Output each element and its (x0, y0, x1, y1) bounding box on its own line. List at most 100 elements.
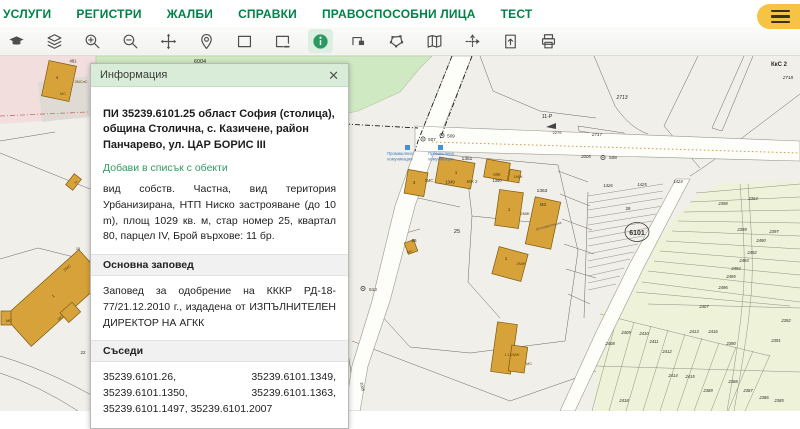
hamburger-menu-button[interactable] (757, 4, 800, 29)
map-label: МС (526, 362, 532, 366)
map-label: 2717 (591, 132, 603, 137)
map-label: 2389 (702, 388, 713, 393)
popup-title: Информация (100, 69, 167, 81)
export-page-icon[interactable] (498, 29, 523, 53)
map-label: 2418 (618, 398, 629, 403)
rect-extent-minus-icon[interactable] (270, 29, 295, 53)
map-label: 2МЖ (520, 211, 530, 216)
hamburger-bar (771, 15, 790, 18)
map-label: комуникация (428, 157, 453, 162)
map-label: 2414 (667, 373, 678, 378)
map-label: 2492 (746, 250, 757, 255)
map-label: 507 (428, 137, 436, 142)
measure-polygon-icon[interactable] (384, 29, 409, 53)
map-label: МЗ (540, 202, 546, 207)
map-label: 1МС (425, 178, 434, 183)
map-label: 1 1/2МЖ (504, 353, 520, 357)
map-label: 2495 (725, 274, 736, 279)
popup-body: ПИ 35239.6101.25 област София (столица),… (91, 87, 348, 428)
section-header-neighbors: Съседи (91, 340, 348, 362)
print-icon[interactable] (536, 29, 561, 53)
property-details: вид собств. Частна, вид територия Урбани… (103, 182, 336, 245)
map-label: 26 (411, 238, 417, 243)
map-label: 2364 (747, 196, 758, 201)
map-label: 2415 (684, 374, 695, 379)
coordinates-axes-icon[interactable] (460, 29, 485, 53)
map-label: 2391 (770, 338, 780, 343)
map-label: 2407 (698, 304, 709, 309)
map-label: МЖ (493, 172, 500, 177)
map-label: 11-Р (542, 114, 553, 120)
map-label: 2387 (742, 388, 753, 393)
map-toolbar (0, 27, 800, 56)
popup-header: Информация ✕ (91, 64, 348, 87)
nav-item-registri[interactable]: РЕГИСТРИ (76, 7, 141, 21)
map-label: 1350 (492, 178, 502, 183)
map-label: 1425 (637, 182, 647, 187)
layers-icon[interactable] (42, 29, 67, 53)
map-label: КкС 2 (771, 62, 788, 68)
nav-item-spravki[interactable]: СПРАВКИ (238, 7, 297, 21)
hamburger-bar (771, 21, 790, 24)
utility-marker (438, 145, 443, 150)
map-label: 1351 (462, 156, 473, 162)
map-label: 513 (369, 287, 377, 292)
map-label: 1426 (603, 183, 613, 188)
map-label: Промишлена (428, 151, 454, 156)
map-label: 2388 (727, 379, 738, 384)
map-label: Промишлена (387, 151, 413, 156)
map-label: 1424 (673, 179, 683, 184)
close-icon[interactable]: ✕ (328, 69, 339, 82)
location-pin-icon[interactable] (194, 29, 219, 53)
map-label: 15 (76, 247, 80, 251)
map-label: 2МСнС (75, 80, 88, 84)
map-label: 2279 (553, 130, 563, 135)
map-label: 2410 (638, 331, 649, 336)
map-label: 1363 (537, 188, 548, 194)
building (404, 169, 428, 196)
map-label: 2390 (725, 341, 736, 346)
map-container: 6004КкС 2271827132717200550750950851311-… (0, 56, 800, 411)
add-to-list-link[interactable]: Добави в списък с обекти (103, 162, 336, 174)
map-label: МЖ 2 (467, 179, 479, 184)
top-nav: УСЛУГИ РЕГИСТРИ ЖАЛБИ СПРАВКИ ПРАВОСПОСО… (0, 0, 800, 27)
zoom-in-icon[interactable] (80, 29, 105, 53)
map-label: 28 (626, 206, 631, 211)
map-label: 2397 (768, 229, 779, 234)
map-label: 2493 (738, 258, 749, 263)
map-label: 2408 (604, 341, 615, 346)
nav-item-zhalbi[interactable]: ЖАЛБИ (167, 7, 213, 21)
map-label: 2386 (758, 395, 769, 400)
map-label: 2490 (755, 238, 766, 243)
map-label: 2718 (782, 75, 794, 80)
rect-select-icon[interactable] (232, 29, 257, 53)
map-label: 2413 (688, 329, 699, 334)
nav-item-pravosposobni-litsa[interactable]: ПРАВОСПОСОБНИ ЛИЦА (322, 7, 476, 21)
info-popup: Информация ✕ ПИ 35239.6101.25 област Соф… (90, 63, 349, 429)
map-label: 2398 (717, 201, 728, 206)
map-label: 2399 (736, 227, 747, 232)
zoom-out-icon[interactable] (118, 29, 143, 53)
property-title: ПИ 35239.6101.25 област София (столица),… (103, 107, 336, 153)
map-label: 2496 (717, 285, 728, 290)
graduation-cap-icon[interactable] (4, 29, 29, 53)
hamburger-bar (771, 10, 790, 13)
map-label: 2385 (773, 398, 784, 403)
info-tool-icon[interactable] (308, 29, 333, 53)
previous-extent-icon[interactable] (346, 29, 371, 53)
nav-item-test[interactable]: ТЕСТ (501, 7, 533, 21)
map-label: 2713 (615, 95, 627, 101)
map-icon[interactable] (422, 29, 447, 53)
map-label: МС (6, 319, 12, 323)
nav-item-uslugi[interactable]: УСЛУГИ (3, 7, 51, 21)
map-label: 2409 (620, 330, 631, 335)
map-label: 2005 (580, 154, 591, 159)
neighbors-text: 35239.6101.26, 35239.6101.1349, 35239.61… (103, 370, 336, 417)
map-label: 1349 (445, 180, 455, 185)
map-label: 2416 (707, 329, 718, 334)
building (508, 345, 527, 373)
map-label: 2412 (661, 349, 672, 354)
pan-icon[interactable] (156, 29, 181, 53)
section-header-order: Основна заповед (91, 254, 348, 276)
map-label: МС (60, 92, 66, 96)
